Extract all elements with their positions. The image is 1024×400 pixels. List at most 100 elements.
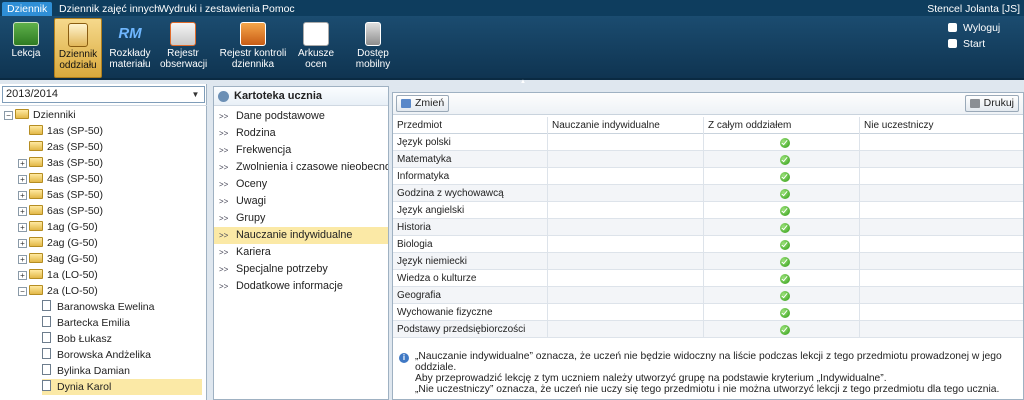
table-row[interactable]: Godzina z wychowawcą [393,185,1023,202]
chevron-down-icon[interactable]: ▼ [189,88,202,101]
column-header[interactable]: Nie uczestniczy [860,117,1023,134]
menu-item-uwagi[interactable]: >> Uwagi [214,193,388,210]
collapse-icon[interactable]: − [18,287,27,296]
menu-item-specjalne-potrzeby[interactable]: >> Specjalne potrzeby [214,261,388,278]
arkusze-ocen-button[interactable]: Arkusze ocen [294,18,338,78]
column-header[interactable]: Nauczanie indywidualne [548,117,704,134]
tree-class[interactable]: +6as (SP-50) [18,203,103,219]
subject-cell: Język niemiecki [393,253,548,270]
column-header[interactable]: Przedmiot [393,117,548,134]
folder-icon [29,157,43,167]
dziennik-oddzialu-button[interactable]: Dziennik oddziału [54,18,102,78]
lekcja-button[interactable]: Lekcja [2,18,50,78]
table-row[interactable]: Język polski [393,134,1023,151]
tree-student[interactable]: Bob Łukasz [42,331,112,347]
school-year-select[interactable]: 2013/2014 ▼ [2,86,205,103]
print-button-label: Drukuj [983,97,1014,109]
menu-item-label: Nauczanie indywidualne [236,229,353,241]
rejestr-kontroli-button[interactable]: Rejestr kontroli dziennika [212,18,294,78]
tree-class[interactable]: − 2a (LO-50) [18,283,98,299]
lekcja-label: Lekcja [11,48,41,59]
menu-item-oceny[interactable]: >> Oceny [214,176,388,193]
table-row[interactable]: Biologia [393,236,1023,253]
folder-icon [29,173,43,183]
tree-class-label: 3as (SP-50) [47,157,104,169]
menu-tab-wydruki[interactable]: Wydruki i zestawienia [154,2,265,16]
dostep-mobilny-button[interactable]: Dostęp mobilny [346,18,400,78]
tree-class-label: 1ag (G-50) [47,221,98,233]
table-row[interactable]: Podstawy przedsiębiorczości [393,321,1023,338]
print-button[interactable]: Drukuj [964,95,1019,112]
tree-class[interactable]: +5as (SP-50) [18,187,103,203]
check-icon [780,257,790,267]
edit-button[interactable]: Zmień [396,95,450,112]
table-row[interactable]: Wychowanie fizyczne [393,304,1023,321]
expand-icon[interactable]: + [18,239,27,248]
tree-class-label: 5as (SP-50) [47,189,104,201]
menu-item-grupy[interactable]: >> Grupy [214,210,388,227]
tree-student-label: Bob Łukasz [57,333,112,345]
tree-class[interactable]: +3as (SP-50) [18,155,103,171]
tree-class[interactable]: 2as (SP-50) [29,139,103,155]
individual-cell [548,253,704,270]
menu-item-dodatkowe-informacje[interactable]: >> Dodatkowe informacje [214,278,388,295]
tree-class-label: 2ag (G-50) [47,237,98,249]
expand-icon[interactable]: + [18,159,27,168]
panel-toolbar: Zmień Drukuj [393,93,1023,115]
tree-class[interactable]: +3ag (G-50) [18,251,98,267]
table-header: Przedmiot Nauczanie indywidualne Z całym… [393,117,1023,134]
expand-icon[interactable]: + [18,223,27,232]
expand-icon[interactable]: + [18,191,27,200]
printer-icon [969,99,980,108]
tree-student[interactable]: Bartecka Emilia [42,315,130,331]
tree-class[interactable]: 1as (SP-50) [29,123,103,139]
table-row[interactable]: Informatyka [393,168,1023,185]
menu-item-rodzina[interactable]: >> Rodzina [214,125,388,142]
table-row[interactable]: Geografia [393,287,1023,304]
menu-tab-pomoc[interactable]: Pomoc [257,2,300,16]
not-participating-cell [860,202,1023,219]
menu-item-zwolnienia[interactable]: >> Zwolnienia i czasowe nieobecności [214,159,388,176]
tree-root[interactable]: − Dzienniki [4,107,76,123]
tree-class[interactable]: +1a (LO-50) [18,267,98,283]
rozklady-materialu-button[interactable]: RM Rozkłady materiału [106,18,154,78]
tree-class[interactable]: +4as (SP-50) [18,171,103,187]
subject-cell: Geografia [393,287,548,304]
logout-link[interactable]: Wyloguj [948,22,1000,34]
individual-cell [548,219,704,236]
tree-class[interactable]: +1ag (G-50) [18,219,98,235]
table-row[interactable]: Język niemiecki [393,253,1023,270]
menu-item-kariera[interactable]: >> Kariera [214,244,388,261]
rejestr-obserwacji-button[interactable]: Rejestr obserwacji [158,18,208,78]
table-row[interactable]: Historia [393,219,1023,236]
expand-icon[interactable]: + [18,207,27,216]
lock-icon [948,23,957,32]
menu-item-dane-podstawowe[interactable]: >> Dane podstawowe [214,108,388,125]
folder-icon [29,189,43,199]
menu-item-nauczanie-indywidualne[interactable]: >> Nauczanie indywidualne [214,227,388,244]
collapse-toolbar-icon[interactable]: ▲ [518,79,528,85]
table-row[interactable]: Matematyka [393,151,1023,168]
start-link[interactable]: Start [948,38,985,50]
menu-item-frekwencja[interactable]: >> Frekwencja [214,142,388,159]
menu-tab-dziennik[interactable]: Dziennik [2,2,53,16]
collapse-icon[interactable]: − [4,111,13,120]
expand-icon[interactable]: + [18,175,27,184]
not-participating-cell [860,304,1023,321]
tree-student[interactable]: Borowska Andżelika [42,347,151,363]
expand-icon[interactable]: + [18,255,27,264]
table-row[interactable]: Język angielski [393,202,1023,219]
start-label: Start [963,38,986,50]
panel-title: Kartoteka ucznia [214,87,388,106]
column-header[interactable]: Z całym oddziałem [704,117,860,134]
expand-icon[interactable]: + [18,271,27,280]
tree-student-label: Bartecka Emilia [57,317,130,329]
tree-class[interactable]: +2ag (G-50) [18,235,98,251]
folder-icon [29,221,43,231]
menu-tab-dziennik-zajec-innych[interactable]: Dziennik zajęć innych [54,2,165,16]
check-icon [780,155,790,165]
table-row[interactable]: Wiedza o kulturze [393,270,1023,287]
tree-student[interactable]: Baranowska Ewelina [42,299,154,315]
tree-student-selected[interactable]: Dynia Karol [42,379,202,395]
tree-student[interactable]: Bylinka Damian [42,363,130,379]
